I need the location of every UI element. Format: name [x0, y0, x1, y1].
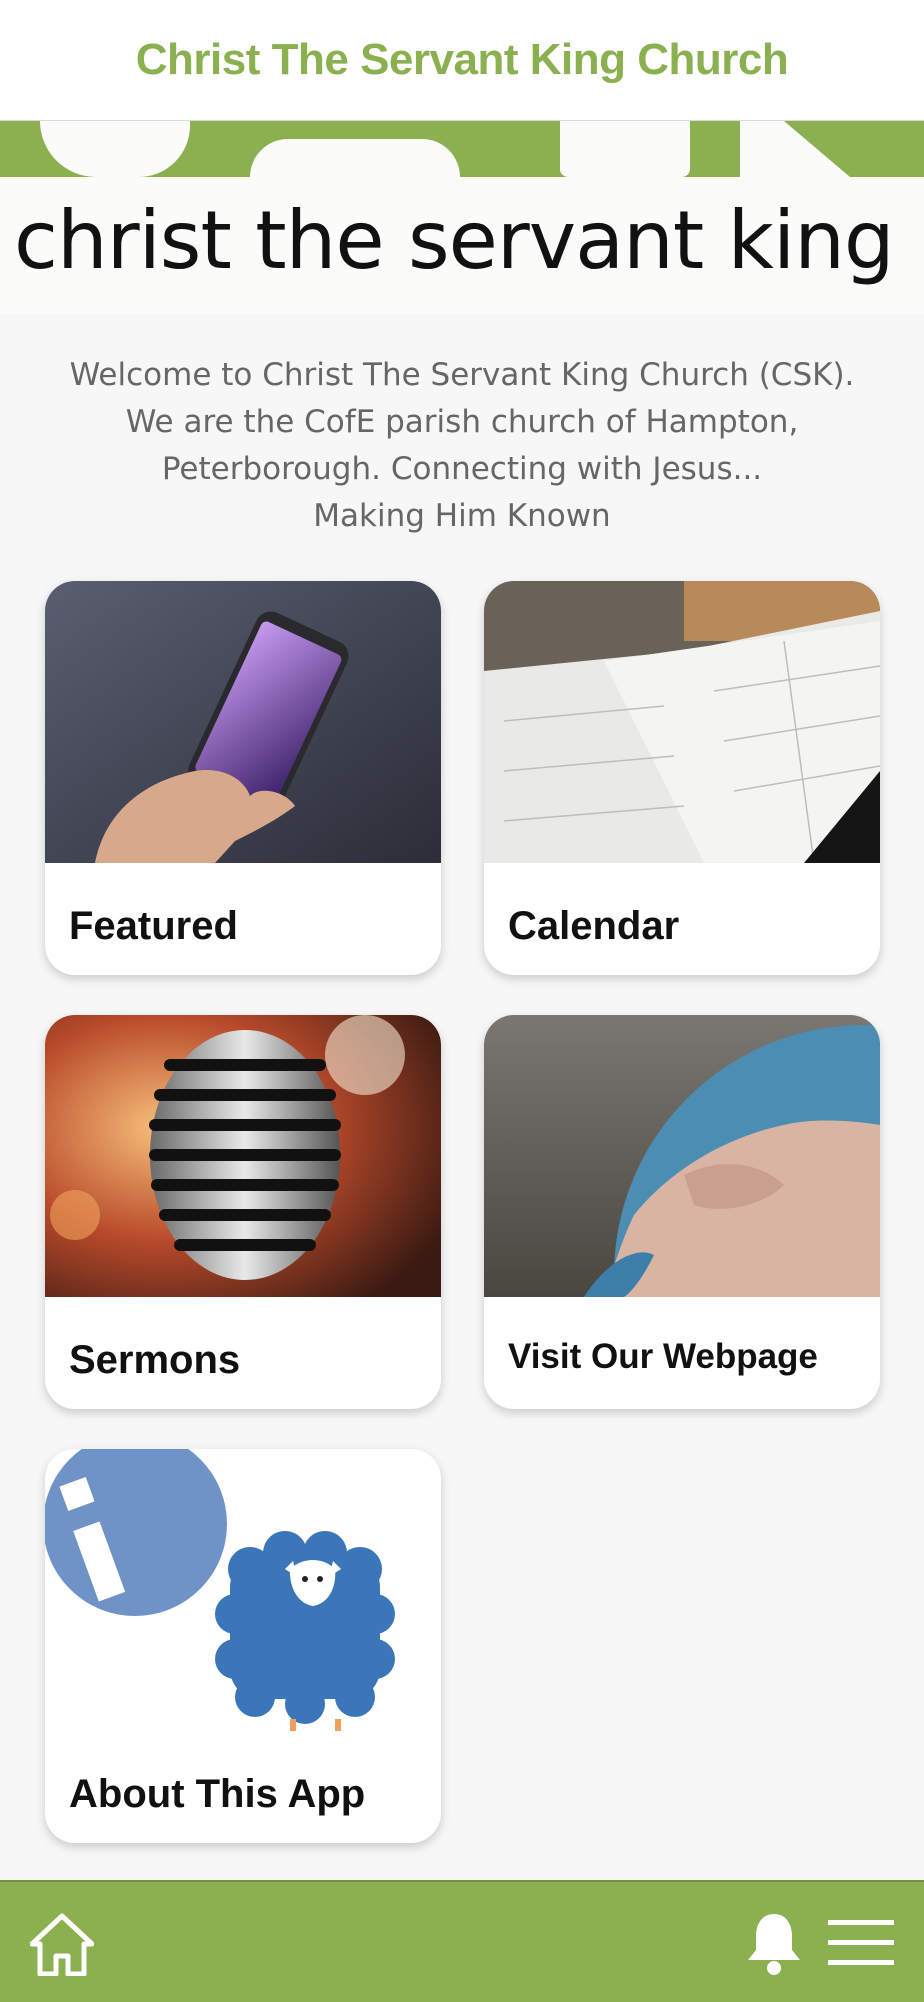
- menu-icon[interactable]: [828, 1918, 894, 1968]
- tile-sermons[interactable]: Sermons: [45, 1015, 441, 1409]
- tile-label: Sermons: [69, 1338, 241, 1382]
- tile-label: Featured: [69, 904, 238, 948]
- welcome-line: Welcome to Christ The Servant King Churc…: [69, 357, 855, 393]
- smartphone-photo: [45, 581, 441, 863]
- welcome-line: Making Him Known: [313, 498, 611, 534]
- welcome-text: Welcome to Christ The Servant King Churc…: [40, 352, 884, 540]
- banner-wordmark: christ the servant king: [14, 194, 895, 287]
- tile-visit-webpage[interactable]: Visit Our Webpage: [484, 1015, 880, 1409]
- bottom-nav: [0, 1880, 924, 2002]
- app-header: Christ The Servant King Church: [0, 0, 924, 121]
- welcome-line: We are the CofE parish church of Hampton…: [125, 404, 799, 440]
- calendar-book-photo: [484, 581, 880, 863]
- banner-logo-shape: [250, 139, 460, 177]
- tile-label: Calendar: [508, 904, 680, 948]
- tile-label: Visit Our Webpage: [508, 1337, 818, 1376]
- welcome-line: Peterborough. Connecting with Jesus...: [161, 451, 763, 487]
- microphone-photo: [45, 1015, 441, 1297]
- church-banner: christ the servant king: [0, 121, 924, 313]
- banner-logo-shape: [560, 121, 690, 177]
- info-sheep-illustration: [45, 1449, 441, 1731]
- globe-photo: [484, 1015, 880, 1297]
- bell-icon[interactable]: [744, 1910, 804, 1976]
- home-icon[interactable]: [30, 1912, 94, 1976]
- tile-label: About This App: [69, 1772, 366, 1816]
- app-title: Christ The Servant King Church: [135, 35, 789, 84]
- tile-featured[interactable]: Featured: [45, 581, 441, 975]
- tile-about-app[interactable]: About This App: [45, 1449, 441, 1843]
- sheep-icon: [215, 1531, 395, 1731]
- tile-calendar[interactable]: Calendar: [484, 581, 880, 975]
